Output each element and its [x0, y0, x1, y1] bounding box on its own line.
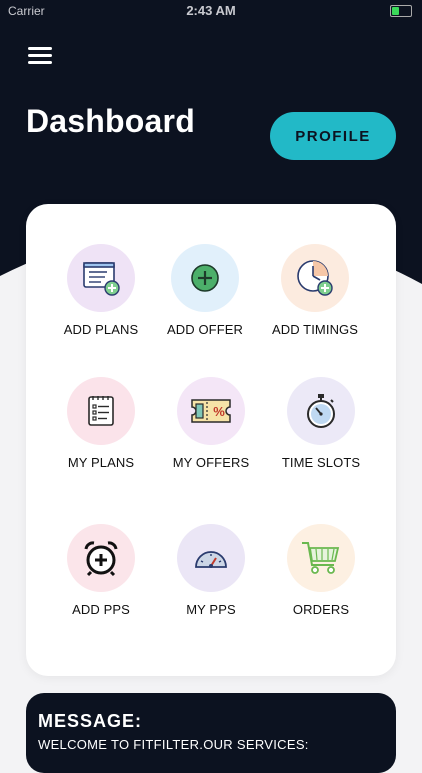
tile-add-offer[interactable]: ADD OFFER [145, 244, 265, 337]
tile-label: TIME SLOTS [281, 455, 361, 470]
profile-button[interactable]: PROFILE [270, 112, 396, 160]
tile-label: ORDERS [292, 602, 350, 617]
time-slots-icon [287, 377, 355, 445]
cart-icon [287, 524, 355, 592]
tile-label: ADD PLANS [63, 322, 139, 337]
clock: 2:43 AM [186, 3, 236, 18]
tile-add-timings[interactable]: ADD TIMINGS [255, 244, 375, 337]
alarm-clock-icon [67, 524, 135, 592]
message-heading: MESSAGE: [38, 711, 143, 731]
battery-icon [390, 5, 412, 17]
tile-label: ADD TIMINGS [271, 322, 359, 337]
message-panel: MESSAGE: WELCOME TO FITFILTER.OUR SERVIC… [26, 693, 396, 773]
tile-orders[interactable]: ORDERS [261, 524, 381, 617]
add-offer-icon [171, 244, 239, 312]
tile-label: ADD OFFER [166, 322, 243, 337]
tile-time-slots[interactable]: TIME SLOTS [261, 377, 381, 470]
my-plans-icon [67, 377, 135, 445]
tile-add-pps[interactable]: ADD PPS [41, 524, 161, 617]
svg-text:%: % [213, 404, 225, 419]
tile-label: MY PPS [186, 602, 236, 617]
tile-label: MY PLANS [67, 455, 135, 470]
gauge-icon [177, 524, 245, 592]
hamburger-menu-icon[interactable] [28, 45, 54, 65]
tile-label: ADD PPS [72, 602, 130, 617]
status-bar: Carrier 2:43 AM [0, 0, 422, 22]
tile-my-plans[interactable]: MY PLANS [41, 377, 161, 470]
add-timings-icon [281, 244, 349, 312]
tile-my-offers[interactable]: % MY OFFERS [151, 377, 271, 470]
add-plans-icon [67, 244, 135, 312]
tile-my-pps[interactable]: MY PPS [151, 524, 271, 617]
tile-label: MY OFFERS [172, 455, 250, 470]
page-title: Dashboard [26, 103, 195, 139]
my-offers-icon: % [177, 377, 245, 445]
tile-add-plans[interactable]: ADD PLANS [41, 244, 161, 337]
dashboard-card: ADD PLANS ADD OFFER ADD TIMINGS MY PLANS… [26, 204, 396, 676]
